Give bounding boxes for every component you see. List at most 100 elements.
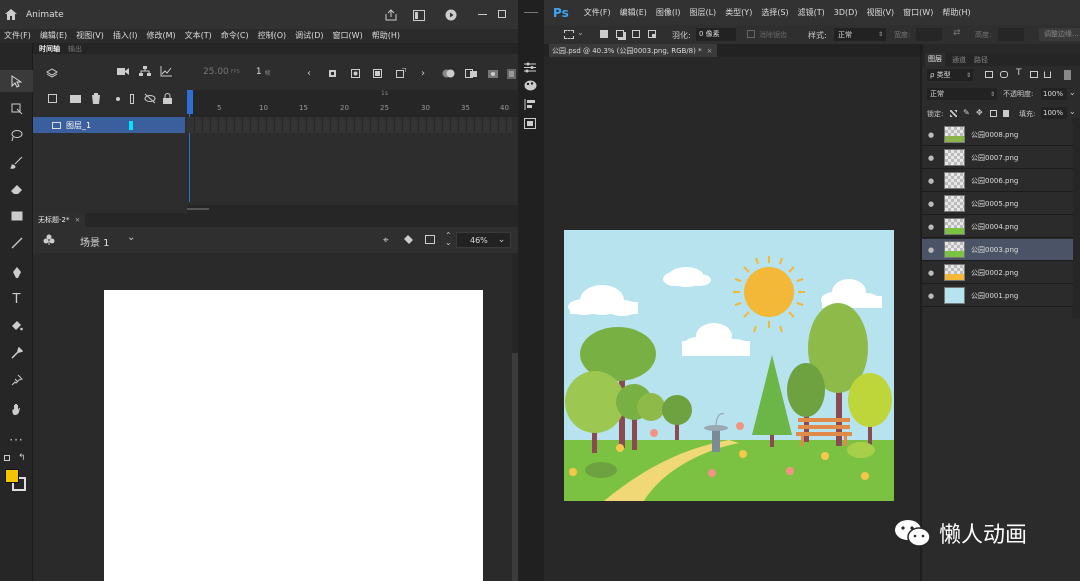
- fill-input[interactable]: 100%: [1041, 107, 1067, 119]
- selection-tool-icon[interactable]: [0, 70, 33, 92]
- menu-help[interactable]: 帮助(H): [942, 7, 970, 18]
- filter-adjustment-icon[interactable]: [1000, 71, 1008, 78]
- chevron-down-icon[interactable]: ⌄: [1069, 88, 1076, 97]
- eye-icon[interactable]: ●: [922, 246, 940, 254]
- filter-smart-object-icon[interactable]: [1044, 71, 1051, 78]
- highlight-layers-icon[interactable]: [116, 97, 120, 101]
- new-layer-icon[interactable]: [48, 94, 57, 103]
- swap-dimensions-icon[interactable]: ⇄: [953, 28, 961, 38]
- scene-name[interactable]: 场景 1: [80, 234, 110, 249]
- edit-multiple-frames-icon[interactable]: [465, 69, 478, 78]
- blend-mode-select[interactable]: 正常 ⇕: [927, 88, 997, 100]
- next-frame-icon[interactable]: ›: [421, 68, 425, 79]
- frame-ruler[interactable]: 1s 5 10 15 20 25 30 35 40: [187, 90, 518, 117]
- filter-shape-icon[interactable]: [1030, 71, 1038, 78]
- menu-insert[interactable]: 插入(I): [113, 30, 138, 41]
- clip-icon[interactable]: [403, 235, 414, 245]
- text-tool-icon[interactable]: T: [0, 288, 33, 310]
- layer-row[interactable]: ● 公园0005.png: [922, 193, 1073, 215]
- eraser-tool-icon[interactable]: [0, 178, 33, 200]
- layers-icon[interactable]: [45, 66, 59, 80]
- close-icon[interactable]: ×: [74, 216, 80, 224]
- lasso-tool-icon[interactable]: [0, 124, 33, 146]
- width-input[interactable]: [916, 28, 942, 41]
- doc-tab-untitled-2[interactable]: 无标题-2* ×: [33, 213, 86, 227]
- menu-image[interactable]: 图像(I): [656, 7, 681, 18]
- tab-output[interactable]: 输出: [68, 44, 82, 54]
- minimize-icon[interactable]: [478, 14, 487, 15]
- eye-icon[interactable]: ●: [922, 200, 940, 208]
- frame-options-icon[interactable]: [507, 69, 516, 79]
- menu-layer[interactable]: 图层(L): [689, 7, 716, 18]
- eye-icon[interactable]: ●: [922, 177, 940, 185]
- hand-tool-icon[interactable]: [0, 398, 33, 420]
- layer-row[interactable]: ● 公园0001.png: [922, 285, 1073, 307]
- fps-value[interactable]: 25.00: [203, 67, 229, 77]
- menu-modify[interactable]: 修改(M): [146, 30, 175, 41]
- last-frame-icon[interactable]: [373, 69, 382, 78]
- more-tools-icon[interactable]: ···: [0, 429, 33, 451]
- tab-channels[interactable]: 通道: [952, 55, 966, 65]
- menu-text[interactable]: 文本(T): [185, 30, 212, 41]
- fit-icon[interactable]: [425, 235, 435, 244]
- menu-3d[interactable]: 3D(D): [834, 8, 858, 17]
- layer-row[interactable]: ● 公园0007.png: [922, 147, 1073, 169]
- onion-skin-icon[interactable]: [442, 69, 455, 78]
- menu-view[interactable]: 视图(V): [76, 30, 104, 41]
- menu-filter[interactable]: 滤镜(T): [798, 7, 825, 18]
- graph-icon[interactable]: [160, 66, 172, 77]
- menu-help[interactable]: 帮助(H): [372, 30, 400, 41]
- library-icon[interactable]: [524, 118, 536, 129]
- menu-window[interactable]: 窗口(W): [903, 7, 933, 18]
- lock-all-icon[interactable]: [163, 93, 172, 104]
- tab-timeline[interactable]: 时间轴: [39, 44, 60, 54]
- pen-tool-icon[interactable]: [0, 261, 33, 283]
- park-illustration[interactable]: [564, 230, 894, 501]
- current-frame[interactable]: 1: [256, 67, 262, 77]
- layer-row[interactable]: ● 公园0008.png: [922, 124, 1073, 146]
- fill-color-swatch[interactable]: [5, 469, 19, 483]
- menu-window[interactable]: 窗口(W): [333, 30, 363, 41]
- lock-transparent-icon[interactable]: [950, 110, 957, 117]
- chevron-down-icon[interactable]: ⌄: [1069, 107, 1076, 116]
- menu-edit[interactable]: 编辑(E): [40, 30, 67, 41]
- align-icon[interactable]: [524, 99, 536, 110]
- paint-bucket-tool-icon[interactable]: [0, 315, 33, 337]
- menu-type[interactable]: 类型(Y): [725, 7, 752, 18]
- eye-icon[interactable]: ●: [922, 131, 940, 139]
- subtract-selection-icon[interactable]: [632, 30, 640, 38]
- chevron-down-icon[interactable]: ⌄: [577, 28, 584, 37]
- loop-icon[interactable]: [396, 68, 406, 78]
- refine-edge-button[interactable]: 调整边缘...: [1039, 28, 1080, 41]
- stage-canvas[interactable]: [104, 290, 483, 581]
- layer-row-layer-1[interactable]: 图层_1: [33, 117, 185, 133]
- eyedropper-tool-icon[interactable]: [0, 342, 33, 364]
- playhead-handle[interactable]: [187, 90, 193, 114]
- color-icon[interactable]: [524, 80, 537, 91]
- test-movie-icon[interactable]: [444, 8, 458, 22]
- eye-icon[interactable]: ●: [922, 223, 940, 231]
- insert-keyframe-icon[interactable]: [488, 69, 500, 79]
- default-colors-icon[interactable]: [4, 455, 10, 461]
- home-icon[interactable]: [0, 0, 22, 29]
- share-icon[interactable]: [384, 8, 398, 22]
- brush-tool-icon[interactable]: [0, 151, 33, 173]
- antialias-checkbox[interactable]: [747, 30, 755, 38]
- maximize-icon[interactable]: [498, 10, 506, 18]
- delete-layer-icon[interactable]: [91, 93, 101, 104]
- layer-parenting-icon[interactable]: [139, 66, 151, 77]
- layer-row[interactable]: ● 公园0006.png: [922, 170, 1073, 192]
- frame-track[interactable]: [187, 117, 512, 133]
- eye-icon[interactable]: ●: [922, 292, 940, 300]
- close-icon[interactable]: ×: [707, 47, 713, 55]
- prev-frame-icon[interactable]: ‹: [307, 68, 311, 79]
- menu-commands[interactable]: 命令(C): [221, 30, 249, 41]
- marquee-tool-icon[interactable]: [564, 30, 574, 39]
- zoom-select[interactable]: 46% ⌄: [456, 232, 511, 248]
- add-selection-icon[interactable]: [616, 30, 624, 38]
- new-folder-icon[interactable]: [70, 95, 81, 103]
- lock-artboard-icon[interactable]: [990, 110, 997, 117]
- feather-input[interactable]: 0 像素: [696, 28, 736, 41]
- pin-tool-icon[interactable]: [0, 369, 33, 391]
- lock-all-icon[interactable]: [1003, 110, 1009, 117]
